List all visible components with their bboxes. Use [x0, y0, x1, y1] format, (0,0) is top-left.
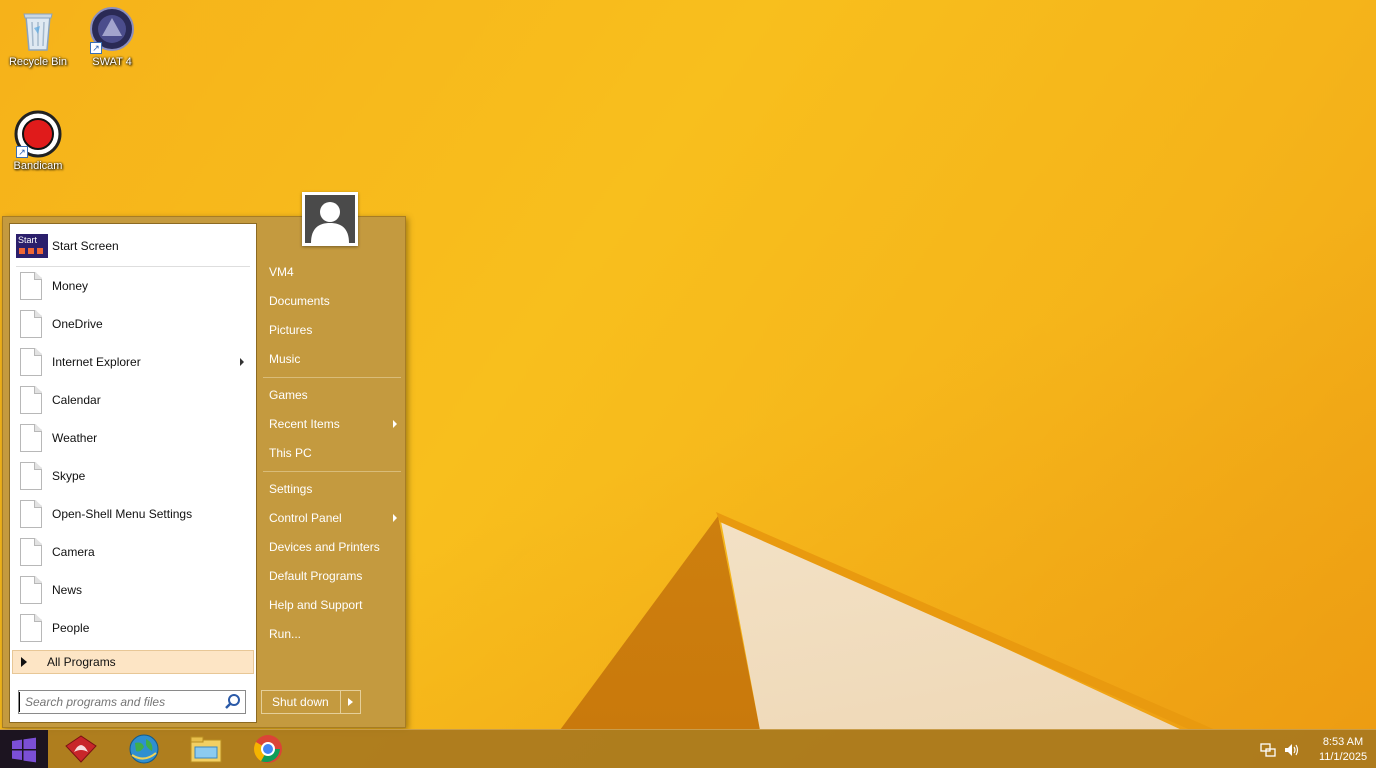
program-news[interactable]: News: [14, 572, 252, 608]
start-link-devices-printers[interactable]: Devices and Printers: [263, 534, 401, 560]
clock-date: 11/1/2025: [1318, 750, 1368, 763]
desktop-icon-label: Recycle Bin: [8, 56, 68, 68]
bandicam-record-icon: ↗: [14, 110, 62, 158]
program-money[interactable]: Money: [14, 268, 252, 304]
shutdown-options-button[interactable]: [340, 691, 360, 713]
start-link-music[interactable]: Music: [263, 346, 401, 372]
program-start-screen[interactable]: Start Start Screen: [14, 228, 252, 264]
program-internet-explorer[interactable]: Internet Explorer: [14, 344, 252, 380]
volume-icon[interactable]: [1284, 742, 1300, 758]
generic-app-icon: [20, 538, 42, 566]
program-weather[interactable]: Weather: [14, 420, 252, 456]
search-box: [18, 690, 246, 714]
start-link-default-programs[interactable]: Default Programs: [263, 563, 401, 589]
generic-app-icon: [20, 310, 42, 338]
program-label: News: [52, 583, 83, 597]
program-open-shell-settings[interactable]: Open-Shell Menu Settings: [14, 496, 252, 532]
program-camera[interactable]: Camera: [14, 534, 252, 570]
divider: [263, 377, 401, 378]
start-link-help-support[interactable]: Help and Support: [263, 592, 401, 618]
submenu-arrow-icon: [240, 358, 244, 366]
start-menu-programs-pane: Start Start Screen Money OneDrive Intern…: [9, 223, 257, 723]
network-icon[interactable]: [1260, 742, 1276, 758]
program-label: Open-Shell Menu Settings: [52, 507, 193, 521]
taskbar: 8:53 AM 11/1/2025: [0, 729, 1376, 768]
start-link-pictures[interactable]: Pictures: [263, 317, 401, 343]
start-button[interactable]: [0, 730, 48, 768]
desktop-icon-label: SWAT 4: [92, 56, 132, 68]
program-label: Camera: [52, 545, 95, 559]
search-icon[interactable]: [223, 692, 243, 712]
start-link-documents[interactable]: Documents: [263, 288, 401, 314]
taskbar-browser[interactable]: [127, 733, 161, 765]
desktop-icon-bandicam[interactable]: ↗ Bandicam: [0, 110, 76, 172]
start-link-user-folder[interactable]: VM4: [263, 259, 401, 285]
desktop-icon-label: Bandicam: [13, 160, 63, 172]
clock[interactable]: 8:53 AM 11/1/2025: [1310, 735, 1376, 765]
user-silhouette-icon: [311, 202, 349, 243]
start-link-this-pc[interactable]: This PC: [263, 440, 401, 466]
search-input[interactable]: [19, 692, 223, 712]
generic-app-icon: [20, 614, 42, 642]
start-link-control-panel[interactable]: Control Panel: [263, 505, 401, 531]
generic-app-icon: [20, 576, 42, 604]
program-skype[interactable]: Skype: [14, 458, 252, 494]
start-link-recent-items[interactable]: Recent Items: [263, 411, 401, 437]
expand-triangle-icon: [21, 657, 27, 667]
program-people[interactable]: People: [14, 610, 252, 646]
generic-app-icon: [20, 462, 42, 490]
program-onedrive[interactable]: OneDrive: [14, 306, 252, 342]
generic-app-icon: [20, 500, 42, 528]
user-avatar[interactable]: [302, 192, 358, 246]
desktop-icon-recycle-bin[interactable]: Recycle Bin: [0, 6, 76, 68]
program-label: Start Screen: [52, 239, 119, 253]
generic-app-icon: [20, 272, 42, 300]
shutdown-button[interactable]: Shut down: [262, 691, 340, 713]
divider: [263, 471, 401, 472]
all-programs-button[interactable]: All Programs: [12, 650, 254, 674]
generic-app-icon: [20, 386, 42, 414]
program-label: Money: [52, 279, 89, 293]
program-label: Internet Explorer: [52, 355, 141, 369]
submenu-arrow-icon: [393, 514, 397, 522]
program-label: Calendar: [52, 393, 101, 407]
all-programs-label: All Programs: [47, 655, 116, 669]
shortcut-arrow-icon: ↗: [16, 146, 28, 158]
taskbar-acrobat[interactable]: [64, 733, 98, 765]
file-explorer-icon: [190, 736, 222, 763]
desktop-icon-swat4[interactable]: ↗ SWAT 4: [74, 6, 150, 68]
taskbar-file-explorer[interactable]: [189, 733, 223, 765]
program-label: People: [52, 621, 90, 635]
program-label: Weather: [52, 431, 98, 445]
shutdown-control: Shut down: [261, 690, 361, 714]
program-label: Skype: [52, 469, 86, 483]
taskbar-chrome[interactable]: [251, 733, 285, 765]
generic-app-icon: [20, 424, 42, 452]
divider: [16, 266, 250, 267]
globe-browser-icon: [129, 734, 159, 764]
recycle-bin-icon: [14, 6, 62, 54]
acrobat-app-icon: [65, 735, 97, 763]
submenu-arrow-icon: [393, 420, 397, 428]
start-menu: Start Start Screen Money OneDrive Intern…: [2, 216, 406, 728]
windows-logo-icon: [12, 737, 36, 762]
start-screen-icon: Start: [16, 234, 48, 258]
clock-time: 8:53 AM: [1322, 735, 1364, 748]
start-link-games[interactable]: Games: [263, 382, 401, 408]
program-calendar[interactable]: Calendar: [14, 382, 252, 418]
start-link-settings[interactable]: Settings: [263, 476, 401, 502]
system-tray: 8:53 AM 11/1/2025: [1260, 730, 1376, 768]
chrome-icon: [254, 735, 282, 763]
shortcut-arrow-icon: ↗: [90, 42, 102, 54]
swat4-game-icon: ↗: [88, 6, 136, 54]
generic-app-icon: [20, 348, 42, 376]
program-label: OneDrive: [52, 317, 103, 331]
start-link-run[interactable]: Run...: [263, 621, 401, 647]
